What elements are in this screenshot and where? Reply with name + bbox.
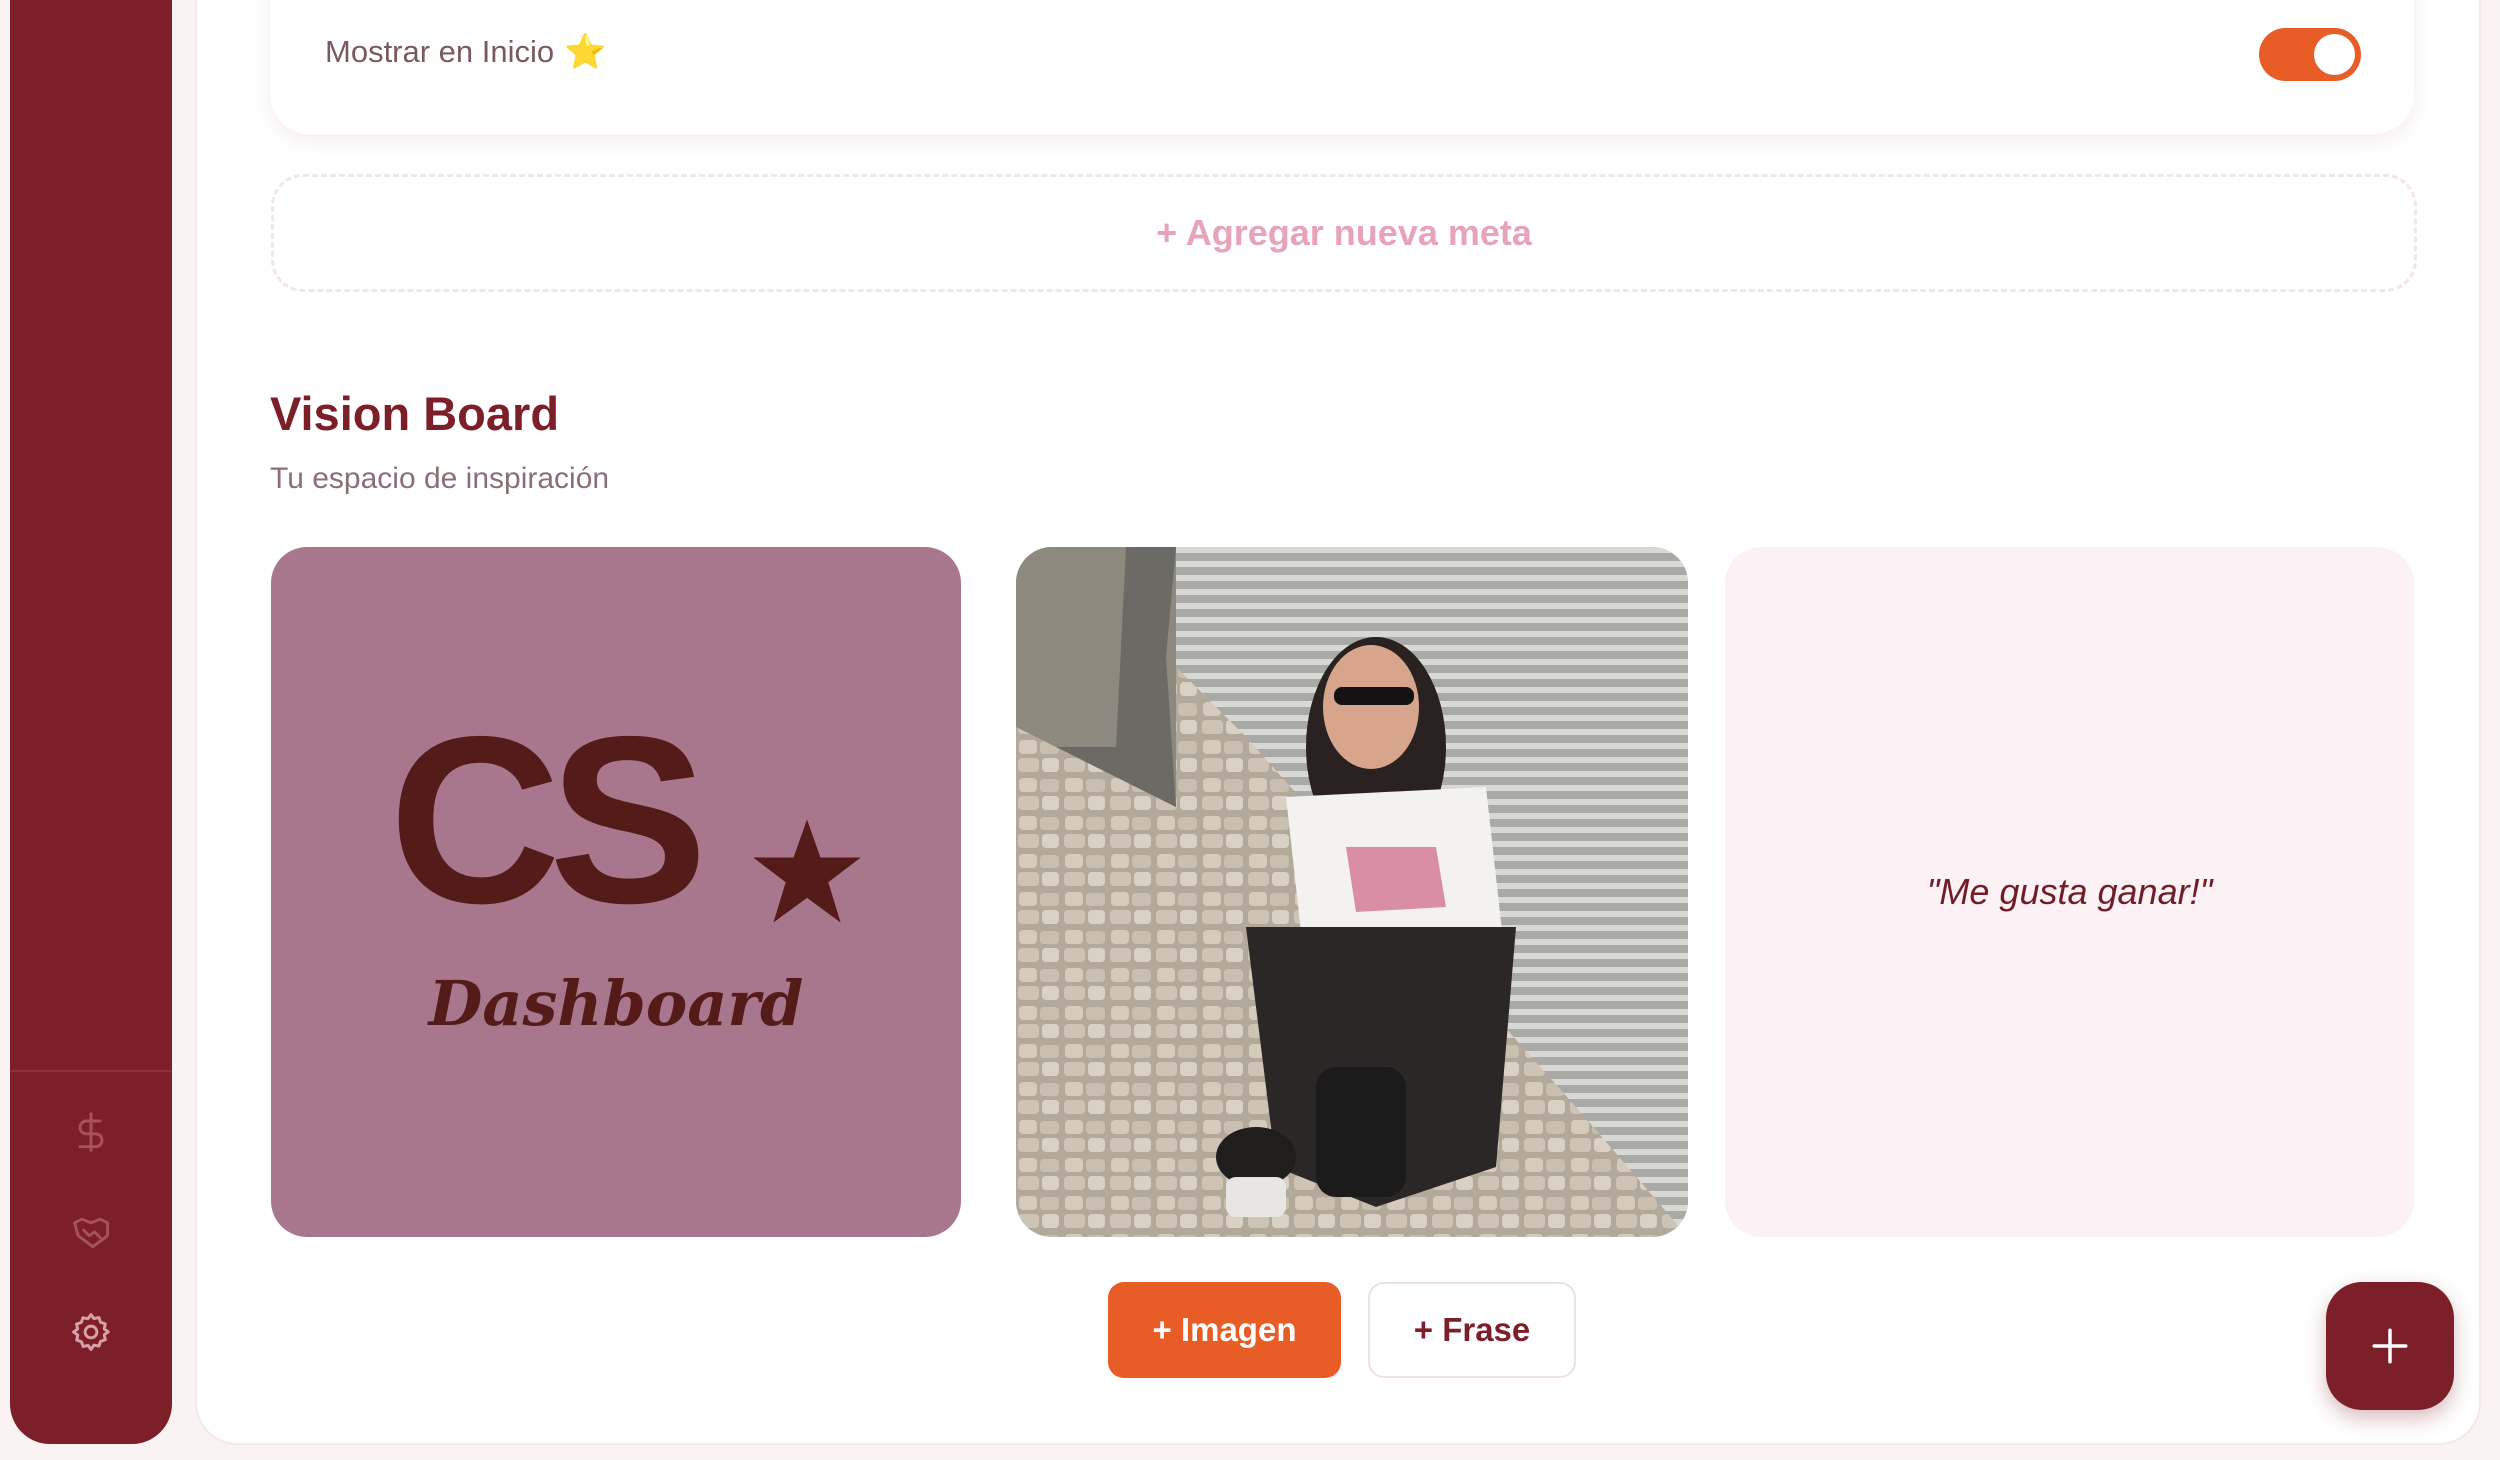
toggle-knob [2314,34,2355,75]
logo-subtext: Dashboard [428,967,804,1040]
fab-add-button[interactable] [2326,1282,2454,1410]
gear-icon[interactable] [69,1310,113,1354]
plus-icon [2372,1328,2408,1364]
add-image-label: + Imagen [1152,1311,1297,1348]
phrase-text: "Me gusta ganar!" [1926,871,2213,912]
add-goal-label: + Agregar nueva meta [1156,212,1532,253]
star-icon: ⭐ [564,33,607,71]
vision-tile-logo[interactable]: CS Dashboard [271,547,961,1237]
add-phrase-label: + Frase [1413,1311,1531,1348]
add-phrase-button[interactable]: + Frase [1368,1282,1576,1378]
logo-star-icon [753,819,861,923]
sidebar-divider [10,1070,172,1072]
show-home-toggle[interactable] [2259,28,2361,81]
add-image-button[interactable]: + Imagen [1108,1282,1341,1378]
show-home-row: Mostrar en Inicio ⭐ [325,34,606,70]
sidebar [10,0,172,1444]
logo-text: CS [389,688,708,953]
vision-tile-photo[interactable] [1016,547,1688,1237]
dollar-icon[interactable] [69,1110,113,1154]
show-home-label: Mostrar en Inicio [325,34,555,69]
handshake-icon[interactable] [69,1210,113,1254]
add-goal-button[interactable]: + Agregar nueva meta [271,174,2417,292]
vision-tile-phrase[interactable]: "Me gusta ganar!" [1725,547,2414,1237]
photo-image [1016,547,1688,1237]
vision-board-subtitle: Tu espacio de inspiración [270,462,610,495]
vision-board-title: Vision Board [270,387,560,440]
